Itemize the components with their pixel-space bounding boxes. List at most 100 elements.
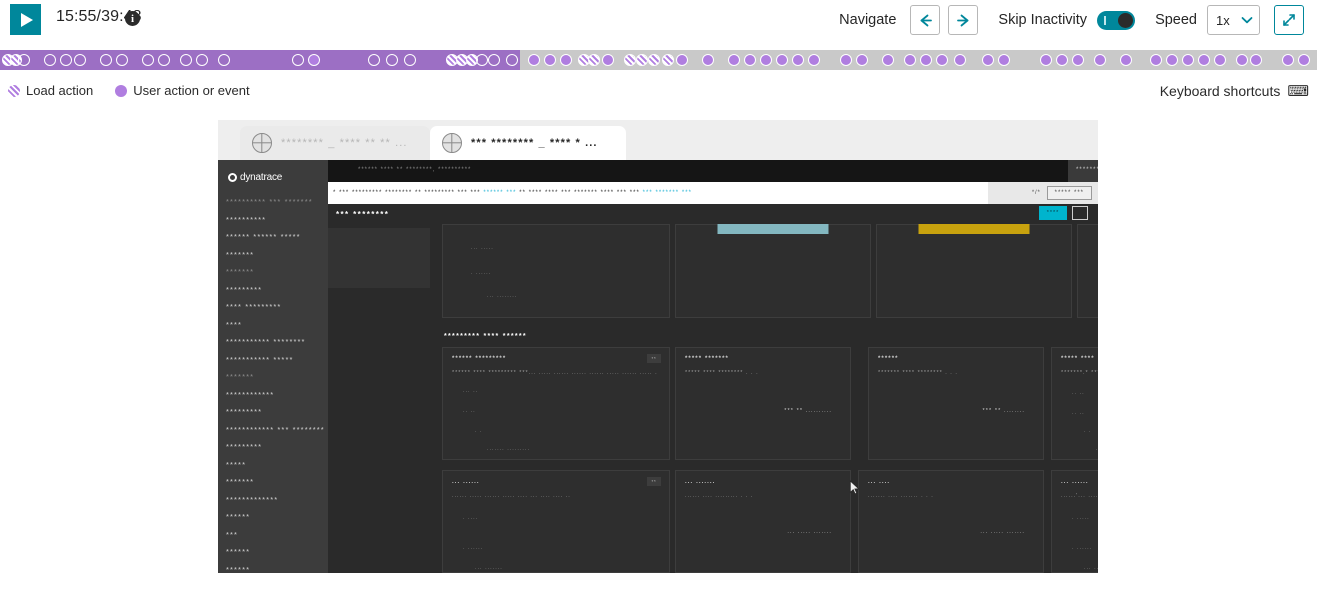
timeline-marker-44[interactable] [882, 54, 894, 66]
timeline-marker-14[interactable] [308, 54, 320, 66]
timeline-marker-2[interactable] [18, 54, 30, 66]
sidebar-item-10[interactable]: ******* [226, 372, 320, 381]
timeline-marker-54[interactable] [1094, 54, 1106, 66]
timeline-marker-23[interactable] [506, 54, 518, 66]
sidebar-item-21[interactable]: ****** [226, 565, 320, 574]
speed-select[interactable]: 1x [1207, 5, 1260, 35]
timeline-marker-49[interactable] [982, 54, 994, 66]
timeline-marker-40[interactable] [792, 54, 804, 66]
detail-card-4[interactable]: ... ...... ** ...... ..... ...... ..... … [442, 470, 670, 573]
sidebar-item-6[interactable]: **** ********* [226, 302, 320, 311]
play-button[interactable] [10, 4, 41, 35]
timeline-marker-16[interactable] [386, 54, 398, 66]
timeline-marker-39[interactable] [776, 54, 788, 66]
browser-tab-active[interactable]: *** ******** _ **** * ... [430, 126, 626, 160]
browser-tab-inactive[interactable]: ******** _ **** ** ** ... [240, 126, 430, 160]
timeline-marker-13[interactable] [292, 54, 304, 66]
top-card-4[interactable]: ... ..... . ...... ... ........ [1077, 224, 1098, 318]
navigate-back-button[interactable] [910, 5, 941, 35]
timeline-marker-11[interactable] [196, 54, 208, 66]
timeline-marker-30[interactable] [624, 54, 636, 66]
sidebar-item-18[interactable]: ****** [226, 512, 320, 521]
timeline-marker-61[interactable] [1236, 54, 1248, 66]
info-icon[interactable]: i [125, 11, 140, 26]
sidebar-item-19[interactable]: *** [226, 530, 320, 539]
timeline-marker-55[interactable] [1120, 54, 1132, 66]
timeline-marker-32[interactable] [648, 54, 660, 66]
top-card-0[interactable] [328, 228, 430, 288]
keyboard-shortcuts-button[interactable]: Keyboard shortcuts ⌨ [1160, 83, 1309, 99]
timeline-marker-25[interactable] [544, 54, 556, 66]
timeline-marker-4[interactable] [60, 54, 72, 66]
timeline-marker-31[interactable] [636, 54, 648, 66]
subbar-link-b[interactable]: *** ******* *** [643, 190, 692, 196]
timeline-marker-62[interactable] [1250, 54, 1262, 66]
timeline-marker-15[interactable] [368, 54, 380, 66]
timeline-marker-59[interactable] [1198, 54, 1210, 66]
skip-inactivity-toggle[interactable] [1097, 10, 1136, 30]
timeline-marker-10[interactable] [180, 54, 192, 66]
timeline-marker-7[interactable] [116, 54, 128, 66]
sidebar-item-14[interactable]: ********* [226, 442, 320, 451]
timeline-marker-28[interactable] [588, 54, 600, 66]
timeline-marker-34[interactable] [676, 54, 688, 66]
detail-card-0-badge[interactable]: ** [647, 354, 661, 363]
detail-card-2[interactable]: ****** ******* **** ******** . . . *** *… [868, 347, 1044, 460]
timeline-marker-5[interactable] [74, 54, 86, 66]
sidebar-item-1[interactable]: ********** [226, 215, 320, 224]
detail-card-4-badge[interactable]: ** [647, 477, 661, 486]
sidebar-item-11[interactable]: ************ [226, 390, 320, 399]
detail-card-0[interactable]: ****** ********* ** ****** **** ********… [442, 347, 670, 460]
navigate-forward-button[interactable] [948, 5, 979, 35]
timeline-marker-48[interactable] [954, 54, 966, 66]
sidebar-item-3[interactable]: ******* [226, 250, 320, 259]
timeline-marker-35[interactable] [702, 54, 714, 66]
subbar-button[interactable]: ***** *** [1046, 186, 1092, 200]
fullscreen-button[interactable] [1274, 5, 1304, 35]
subbar-link-a[interactable]: ****** *** [483, 190, 516, 196]
timeline-marker-6[interactable] [100, 54, 112, 66]
timeline-marker-9[interactable] [158, 54, 170, 66]
sidebar-item-9[interactable]: *********** ***** [226, 355, 320, 364]
timeline-marker-3[interactable] [44, 54, 56, 66]
detail-card-1[interactable]: ***** ******* ***** **** ******** . . . … [675, 347, 851, 460]
sidebar-item-17[interactable]: ************* [226, 495, 320, 504]
timeline-marker-50[interactable] [998, 54, 1010, 66]
timeline-marker-24[interactable] [528, 54, 540, 66]
top-card-2[interactable] [675, 224, 871, 318]
timeline-marker-46[interactable] [920, 54, 932, 66]
timeline-marker-29[interactable] [602, 54, 614, 66]
timeline-marker-21[interactable] [476, 54, 488, 66]
timeline-marker-12[interactable] [218, 54, 230, 66]
sidebar-item-13[interactable]: ************ *** ******** [226, 425, 324, 434]
sidebar-item-16[interactable]: ******* [226, 477, 320, 486]
timeline-marker-42[interactable] [840, 54, 852, 66]
timeline-marker-38[interactable] [760, 54, 772, 66]
timeline-marker-53[interactable] [1072, 54, 1084, 66]
timeline-marker-57[interactable] [1166, 54, 1178, 66]
topbar-chip-gray[interactable]: ********* [1068, 160, 1098, 182]
sidebar-item-5[interactable]: ********* [226, 285, 320, 294]
sidebar-item-7[interactable]: **** [226, 320, 320, 329]
sidebar-item-2[interactable]: ****** ****** ***** [226, 232, 320, 241]
secondary-action-button[interactable] [1072, 206, 1088, 220]
timeline-marker-52[interactable] [1056, 54, 1068, 66]
detail-card-7[interactable]: ... ...... ......'... ..... . ..... . ..… [1051, 470, 1098, 573]
timeline-marker-58[interactable] [1182, 54, 1194, 66]
playback-timeline[interactable] [0, 50, 1317, 70]
top-card-1[interactable]: ... ..... . ...... ... ........ [442, 224, 670, 318]
primary-action-button[interactable]: **** [1039, 206, 1067, 220]
sidebar-item-0[interactable]: ********** *** ******* [226, 197, 320, 206]
timeline-marker-22[interactable] [488, 54, 500, 66]
timeline-marker-26[interactable] [560, 54, 572, 66]
timeline-marker-60[interactable] [1214, 54, 1226, 66]
timeline-marker-45[interactable] [904, 54, 916, 66]
sidebar-item-8[interactable]: *********** ******** [226, 337, 320, 346]
timeline-marker-64[interactable] [1298, 54, 1310, 66]
timeline-marker-36[interactable] [728, 54, 740, 66]
sidebar-item-4[interactable]: ******* [226, 267, 320, 276]
timeline-marker-33[interactable] [662, 54, 674, 66]
top-card-3[interactable] [876, 224, 1072, 318]
timeline-marker-17[interactable] [404, 54, 416, 66]
detail-card-6[interactable]: ... .... ....... .... ....... . . . ... … [858, 470, 1044, 573]
